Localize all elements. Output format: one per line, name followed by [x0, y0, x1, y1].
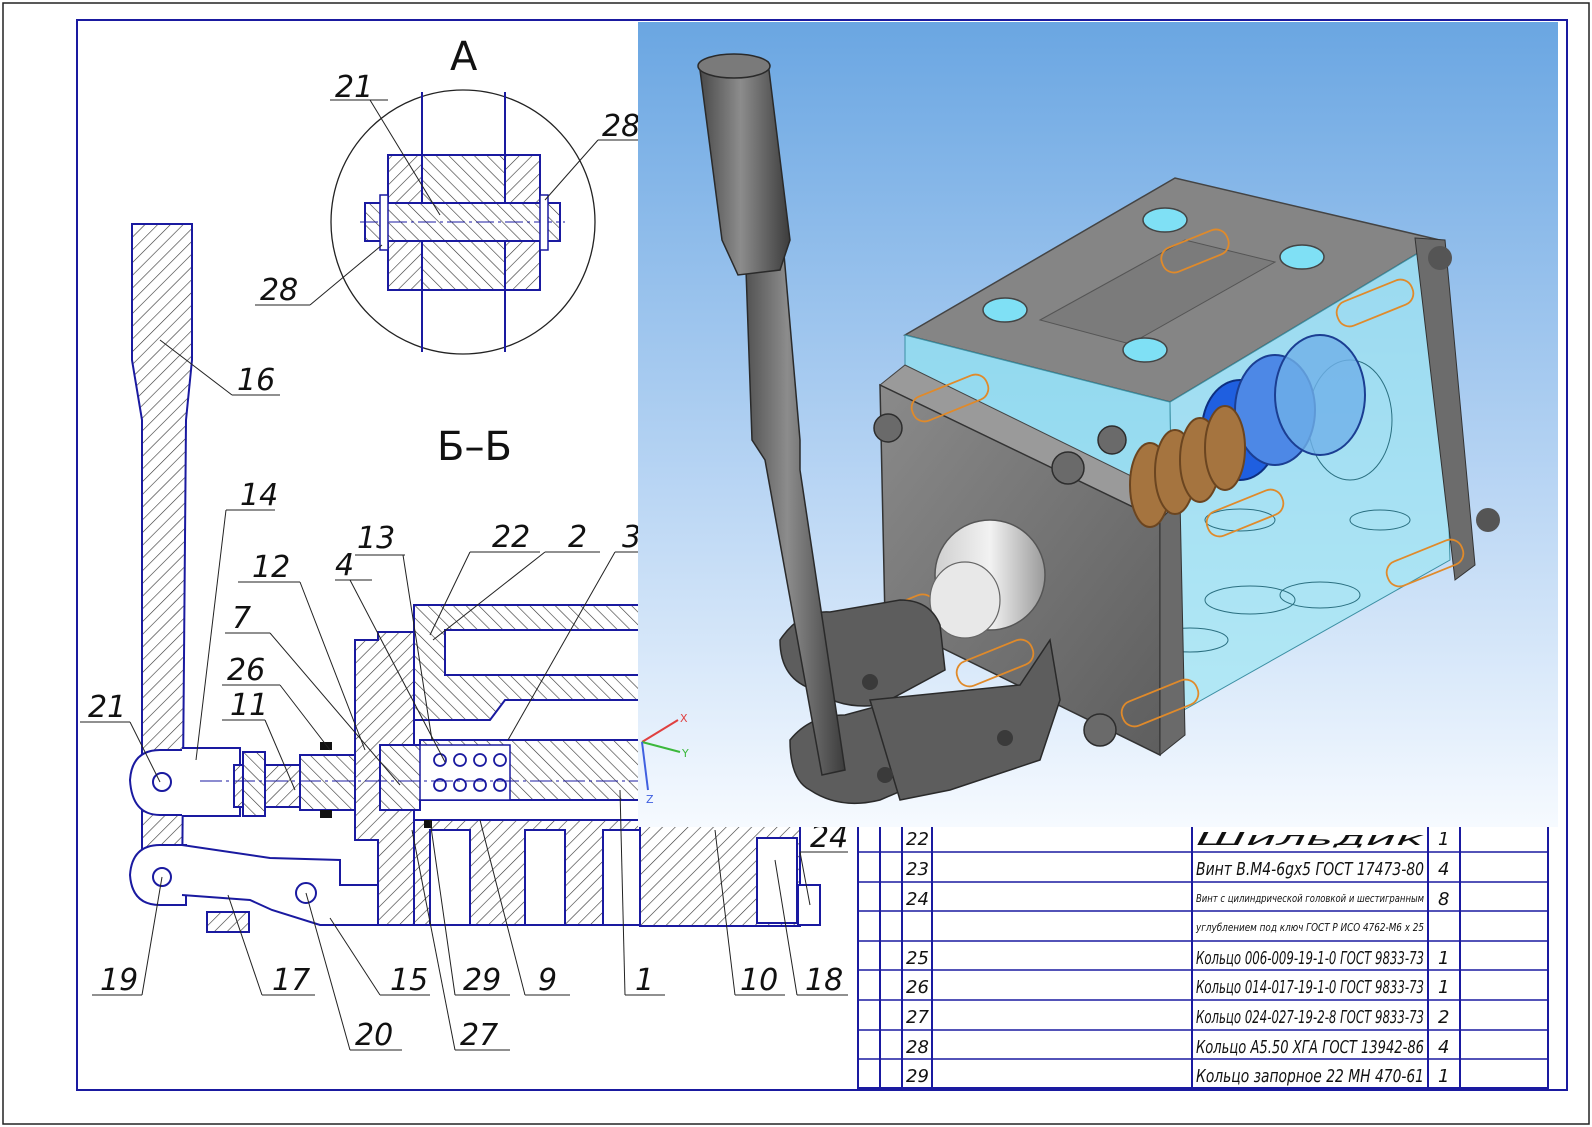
- callout-1: 1: [635, 963, 654, 998]
- callout-4: 4: [335, 548, 354, 583]
- callout-19: 19: [100, 963, 138, 998]
- bom-position: 26: [906, 977, 929, 998]
- bom-table: 22 Шильдик 1 23 Винт В.М4-6gx5 ГОСТ 17473-80…: [857, 821, 1549, 1089]
- bom-quantity: 4: [1438, 859, 1449, 880]
- bom-quantity: 1: [1438, 977, 1449, 998]
- technical-drawing: А 21 28 28 16 Б–Б 14 13 22 2 3 12 4 7 26…: [2, 2, 1590, 1125]
- bom-designation: Кольцо запорное 22 МН 470-61: [1196, 1066, 1424, 1087]
- render-3d: X Y Z: [638, 22, 1558, 827]
- callout-13: 13: [357, 521, 395, 556]
- callout-22: 22: [492, 520, 530, 555]
- callout-29: 29: [463, 963, 501, 998]
- callout-12: 12: [252, 550, 290, 585]
- bom-designation: Кольцо 006-009-19-1-0 ГОСТ 9833-73: [1196, 948, 1424, 969]
- bom-designation: Кольцо 014-017-19-1-0 ГОСТ 9833-73: [1196, 977, 1424, 998]
- bom-quantity: 8: [1438, 889, 1449, 910]
- callout-20: 20: [355, 1018, 393, 1053]
- bom-position: 24: [906, 889, 929, 910]
- bom-position: 28: [906, 1037, 929, 1058]
- callout-28-detail-bottom: 28: [260, 273, 298, 308]
- bom-designation: Винт В.М4-6gx5 ГОСТ 17473-80: [1196, 859, 1424, 880]
- callout-16: 16: [237, 363, 275, 398]
- bom-designation: Кольцо 024-027-19-2-8 ГОСТ 9833-73: [1196, 1007, 1424, 1028]
- section-bb-title: Б–Б: [437, 424, 512, 470]
- callout-28-detail-top: 28: [602, 109, 640, 144]
- bom-designation: Винт с цилиндрической головкой и шестигр…: [1196, 892, 1424, 905]
- bom-position: 27: [906, 1007, 929, 1028]
- bom-quantity: 4: [1438, 1037, 1449, 1058]
- bom-designation: углублением под ключ ГОСТ Р ИСО 4762-М6 …: [1195, 921, 1424, 934]
- axis-x-label: X: [680, 712, 688, 725]
- callout-26: 26: [227, 653, 265, 688]
- callout-17: 17: [272, 963, 310, 998]
- callout-9: 9: [538, 963, 557, 998]
- callout-27: 27: [460, 1018, 498, 1053]
- bom-position: 29: [906, 1066, 929, 1087]
- bom-position: 23: [906, 859, 929, 880]
- callout-11: 11: [230, 688, 268, 723]
- bom-position: 25: [906, 948, 929, 969]
- callout-7: 7: [232, 601, 251, 636]
- bom-quantity: 2: [1438, 1007, 1449, 1028]
- detail-a-title: А: [450, 34, 478, 80]
- axis-y-label: Y: [681, 747, 689, 760]
- bom-quantity: 1: [1438, 1066, 1449, 1087]
- callout-18: 18: [805, 963, 843, 998]
- callout-10: 10: [740, 963, 778, 998]
- callout-21: 21: [88, 690, 126, 725]
- callout-2: 2: [568, 520, 587, 555]
- bom-quantity: 1: [1438, 829, 1449, 850]
- bom-designation: Шильдик: [1196, 829, 1424, 850]
- axis-z-label: Z: [646, 793, 654, 806]
- bom-designation: Кольцо А5.50 ХГА ГОСТ 13942-86: [1196, 1037, 1424, 1058]
- bom-position: 22: [906, 829, 929, 850]
- bom-quantity: 1: [1438, 948, 1449, 969]
- callout-14: 14: [240, 478, 278, 513]
- callout-21-detail: 21: [335, 70, 373, 105]
- callout-15: 15: [390, 963, 428, 998]
